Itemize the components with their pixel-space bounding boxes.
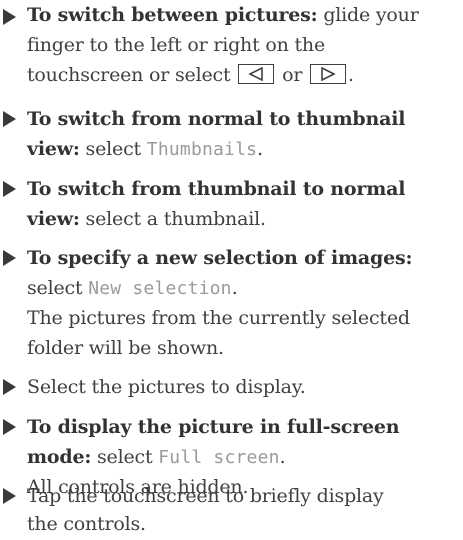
item-heading: mode: [27, 446, 92, 468]
item-text: . [348, 64, 354, 86]
item-line: touchscreen or select or . [27, 61, 354, 89]
thumbnails-menu-item[interactable]: Thumbnails [147, 139, 257, 160]
item-line: view: select Thumbnails. [27, 135, 263, 163]
item-line: select New selection. [27, 274, 238, 302]
triangle-bullet-icon [3, 419, 16, 435]
item-text: select [27, 277, 89, 299]
item-heading: view: [27, 208, 80, 230]
item-text: or [276, 64, 309, 86]
item-line: To switch between pictures: glide your [27, 1, 419, 29]
item-text: folder will be shown. [27, 337, 224, 359]
triangle-bullet-icon [3, 9, 16, 25]
item-heading: To switch from normal to thumbnail [27, 108, 406, 130]
item-heading: To switch between pictures: [27, 4, 318, 26]
item-text: Tap the touchscreen to briefly display [27, 485, 384, 507]
item-text: glide your [317, 4, 419, 26]
item-heading: To display the picture in full-screen [27, 416, 400, 438]
triangle-bullet-icon [3, 250, 16, 266]
item-line: view: select a thumbnail. [27, 205, 266, 233]
item-text: select a thumbnail. [79, 208, 266, 230]
item-text: . [279, 446, 286, 468]
item-text: . [257, 138, 264, 160]
item-text: select [79, 138, 147, 160]
previous-button[interactable] [238, 64, 275, 84]
item-text: . [231, 277, 238, 299]
item-line: mode: select Full screen. [27, 443, 286, 471]
item-heading: view: [27, 138, 80, 160]
triangle-bullet-icon [3, 488, 16, 504]
instruction-list: To switch between pictures: glide your f… [0, 0, 463, 540]
item-heading: To specify a new selection of images: [27, 247, 413, 269]
item-text: finger to the left or right on the [27, 34, 325, 56]
new-selection-menu-item[interactable]: New selection [88, 278, 231, 299]
item-text: the controls. [27, 513, 146, 535]
item-text: touchscreen or select [27, 64, 237, 86]
item-text: The pictures from the currently selected [27, 307, 410, 329]
triangle-bullet-icon [3, 181, 16, 197]
full-screen-menu-item[interactable]: Full screen [158, 447, 279, 468]
next-button[interactable] [310, 64, 347, 84]
triangle-bullet-icon [3, 111, 16, 127]
item-text: Select the pictures to display. [27, 376, 306, 398]
item-text: select [91, 446, 159, 468]
triangle-bullet-icon [3, 379, 16, 395]
item-heading: To switch from thumbnail to normal [27, 178, 406, 200]
